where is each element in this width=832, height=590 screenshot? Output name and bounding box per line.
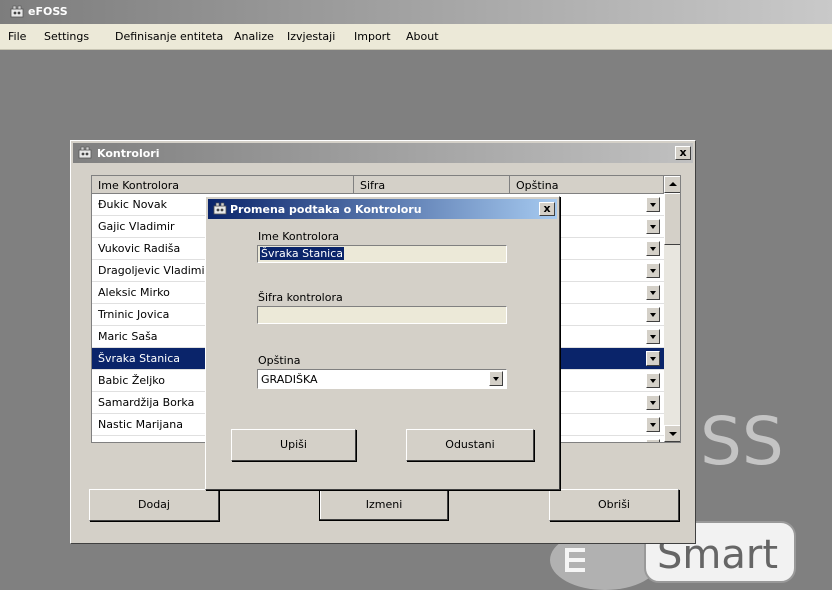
chevron-down-icon[interactable] — [646, 219, 660, 234]
edit-button[interactable]: Izmeni — [319, 489, 449, 521]
chevron-down-icon[interactable] — [646, 351, 660, 366]
scroll-up-icon[interactable] — [664, 176, 680, 193]
dialog-logo-icon — [213, 202, 227, 215]
menu-file[interactable]: File — [8, 30, 26, 43]
kontrolori-title: Kontrolori — [97, 147, 160, 160]
background-logo-text: SS — [700, 403, 784, 480]
chevron-down-icon[interactable] — [646, 417, 660, 432]
app-logo-icon — [10, 5, 24, 18]
chevron-down-icon[interactable] — [646, 307, 660, 322]
delete-button[interactable]: Obriši — [549, 489, 679, 521]
chevron-down-icon[interactable] — [646, 285, 660, 300]
add-button[interactable]: Dodaj — [89, 489, 219, 521]
grid-vertical-scrollbar[interactable] — [664, 176, 680, 442]
chevron-down-icon[interactable] — [646, 197, 660, 212]
kontrolori-close-icon[interactable]: x — [675, 146, 691, 160]
menu-definisanje-entiteta[interactable]: Definisanje entiteta — [115, 30, 223, 43]
scroll-thumb[interactable] — [664, 193, 680, 245]
chevron-down-icon[interactable] — [646, 263, 660, 278]
menu-about[interactable]: About — [406, 30, 439, 43]
code-label: Šifra kontrolora — [258, 291, 343, 304]
chevron-down-icon[interactable] — [646, 373, 660, 388]
save-button[interactable]: Upiši — [231, 429, 356, 461]
chevron-down-icon[interactable] — [646, 329, 660, 344]
grid-header: Ime Kontrolora Sifra Opština — [92, 176, 664, 194]
dialog-title: Promena podtaka o Kontroloru — [230, 203, 422, 216]
menu-settings[interactable]: Settings — [44, 30, 89, 43]
municipality-label: Opština — [258, 354, 301, 367]
chevron-down-icon[interactable] — [646, 395, 660, 410]
window-logo-icon — [78, 146, 92, 159]
name-field[interactable]: Švraka Stanica — [257, 245, 507, 263]
col-ime-kontrolora[interactable]: Ime Kontrolora — [92, 176, 354, 194]
col-opstina[interactable]: Opština — [510, 176, 664, 194]
chevron-down-icon[interactable] — [646, 439, 660, 442]
app-titlebar: eFOSS — [0, 0, 832, 24]
menu-import[interactable]: Import — [354, 30, 391, 43]
name-field-value: Švraka Stanica — [260, 247, 345, 260]
kontrolori-titlebar: Kontrolori x — [73, 143, 693, 163]
municipality-select-value: GRADIŠKA — [261, 373, 318, 386]
scroll-down-icon[interactable] — [664, 425, 680, 442]
cancel-button[interactable]: Odustani — [406, 429, 534, 461]
menu-bar: File Settings Definisanje entiteta Anali… — [0, 24, 832, 50]
app-title: eFOSS — [28, 5, 68, 18]
chevron-down-icon[interactable] — [489, 371, 503, 386]
edit-kontrolor-dialog: Promena podtaka o Kontroloru x Ime Kontr… — [205, 196, 560, 490]
municipality-select[interactable]: GRADIŠKA — [257, 369, 507, 389]
dialog-titlebar: Promena podtaka o Kontroloru x — [208, 199, 557, 219]
name-label: Ime Kontrolora — [258, 230, 339, 243]
col-sifra[interactable]: Sifra — [354, 176, 510, 194]
menu-analize[interactable]: Analize — [234, 30, 274, 43]
dialog-close-icon[interactable]: x — [539, 202, 555, 216]
code-field[interactable] — [257, 306, 507, 324]
menu-izvjestaji[interactable]: Izvjestaji — [287, 30, 335, 43]
chevron-down-icon[interactable] — [646, 241, 660, 256]
